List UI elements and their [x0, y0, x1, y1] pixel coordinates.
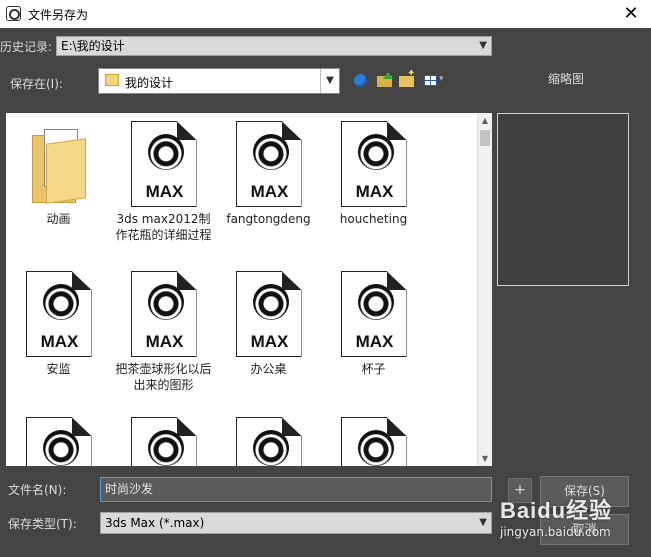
- file-item[interactable]: MAX 动画: [6, 121, 111, 227]
- max-file-icon: MAX: [24, 271, 94, 357]
- filetype-value: 3ds Max (*.max): [105, 516, 205, 530]
- max-file-icon: MAX: [234, 417, 304, 466]
- history-value: E:\我的设计: [61, 39, 125, 53]
- file-item[interactable]: MAX: [321, 417, 426, 466]
- max-icon-label: MAX: [355, 332, 394, 351]
- back-icon[interactable]: [352, 72, 370, 90]
- file-item[interactable]: MAX: [6, 417, 111, 466]
- folder-icon: [105, 74, 119, 86]
- close-button[interactable]: ✕: [619, 2, 643, 26]
- thumbnail-preview: [497, 113, 629, 286]
- file-item[interactable]: MAX 安监: [6, 271, 111, 377]
- max-file-icon: MAX: [339, 417, 409, 466]
- save-button[interactable]: 保存(S): [540, 476, 629, 507]
- chevron-down-icon[interactable]: ▼: [320, 69, 339, 93]
- vertical-scrollbar[interactable]: ▲ ▼: [477, 113, 492, 466]
- file-name: 把茶壶球形化以后出来的图形: [115, 362, 212, 392]
- view-menu-icon[interactable]: [422, 72, 446, 90]
- up-folder-icon[interactable]: [376, 72, 394, 90]
- app-icon: [6, 6, 21, 21]
- max-icon-label: MAX: [40, 332, 79, 351]
- file-item[interactable]: MAX 办公桌: [216, 271, 321, 377]
- save-in-select[interactable]: 我的设计 ▼: [98, 68, 340, 94]
- max-icon-label: MAX: [250, 332, 289, 351]
- file-item[interactable]: MAX 3ds max2012制作花瓶的详细过程: [111, 121, 216, 243]
- max-file-icon: MAX: [339, 271, 409, 357]
- file-item[interactable]: MAX houcheting: [321, 121, 426, 227]
- file-item[interactable]: MAX 把茶壶球形化以后出来的图形: [111, 271, 216, 393]
- file-name: houcheting: [339, 212, 408, 226]
- increment-filename-button[interactable]: +: [508, 478, 532, 503]
- filetype-select[interactable]: 3ds Max (*.max) ▼: [100, 512, 492, 534]
- scroll-up-icon[interactable]: ▲: [478, 113, 492, 128]
- file-name: 安监: [46, 362, 71, 376]
- file-list[interactable]: MAX 动画 MAX 3ds max2012制作花瓶的详细过程 MAX fangtongd…: [6, 113, 492, 466]
- file-name: 动画: [46, 212, 71, 226]
- chevron-down-icon: ▼: [479, 517, 487, 528]
- max-file-icon: MAX: [129, 417, 199, 466]
- max-icon-label: MAX: [250, 182, 289, 201]
- title-bar: 文件另存为 ✕: [0, 0, 651, 28]
- max-icon-label: MAX: [145, 332, 184, 351]
- folder-icon: MAX: [24, 121, 94, 207]
- scroll-down-icon[interactable]: ▼: [478, 451, 492, 466]
- max-icon-label: MAX: [355, 182, 394, 201]
- file-name: fangtongdeng: [226, 212, 311, 226]
- max-file-icon: MAX: [129, 271, 199, 357]
- max-icon-label: MAX: [145, 182, 184, 201]
- history-label: 历史记录:: [0, 40, 53, 54]
- save-in-value: 我的设计: [125, 76, 174, 90]
- file-item[interactable]: MAX fangtongdeng: [216, 121, 321, 227]
- max-file-icon: MAX: [24, 417, 94, 466]
- filename-input[interactable]: 时尚沙发: [100, 477, 492, 502]
- file-item[interactable]: MAX: [111, 417, 216, 466]
- window-title: 文件另存为: [28, 8, 89, 22]
- max-file-icon: MAX: [129, 121, 199, 207]
- new-folder-icon[interactable]: [398, 68, 416, 90]
- filename-label: 文件名(N):: [8, 483, 67, 497]
- thumbnail-label: 缩略图: [548, 72, 585, 86]
- max-file-icon: MAX: [339, 121, 409, 207]
- cancel-button[interactable]: 取消: [540, 514, 629, 545]
- file-item[interactable]: MAX: [216, 417, 321, 466]
- scroll-thumb[interactable]: [480, 130, 490, 146]
- file-item[interactable]: MAX 杯子: [321, 271, 426, 377]
- history-select[interactable]: E:\我的设计 ▼: [56, 36, 492, 56]
- filetype-label: 保存类型(T):: [8, 517, 77, 531]
- file-name: 办公桌: [250, 362, 287, 376]
- chevron-down-icon: ▼: [479, 40, 487, 51]
- file-name: 3ds max2012制作花瓶的详细过程: [115, 212, 212, 242]
- save-in-label: 保存在(I):: [10, 77, 63, 91]
- max-file-icon: MAX: [234, 271, 304, 357]
- max-file-icon: MAX: [234, 121, 304, 207]
- file-name: 杯子: [361, 362, 386, 376]
